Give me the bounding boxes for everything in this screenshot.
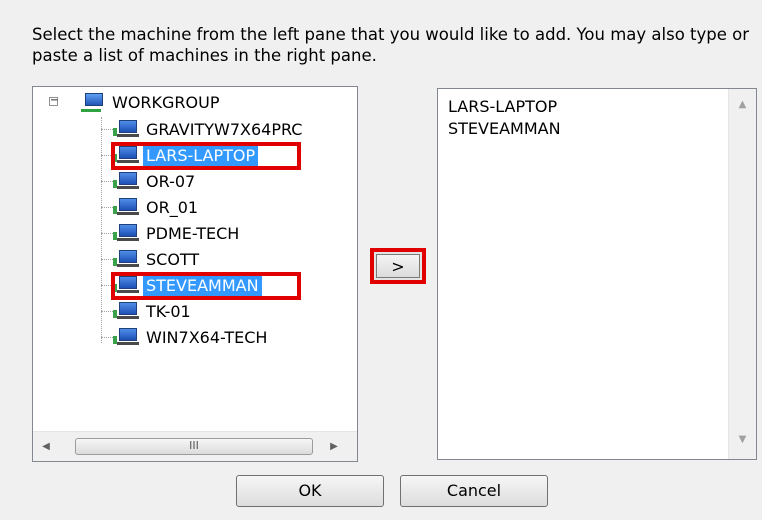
- tree-item[interactable]: SCOTT: [113, 248, 202, 270]
- ok-button-label: OK: [298, 481, 322, 500]
- horizontal-scrollbar[interactable]: ◀ III ▶: [33, 431, 357, 461]
- computer-icon: [113, 301, 139, 321]
- tree-item[interactable]: GRAVITYW7X64PRC: [113, 118, 305, 140]
- highlight-box: [111, 272, 301, 300]
- vertical-scrollbar[interactable]: ▲ ▼: [728, 89, 756, 459]
- add-machine-button[interactable]: >: [370, 248, 426, 284]
- computer-icon: [113, 249, 139, 269]
- ok-button[interactable]: OK: [236, 475, 384, 507]
- tree-item-label: TK-01: [146, 301, 191, 321]
- network-icon: [79, 92, 105, 112]
- machine-tree-pane[interactable]: − WORKGROUP GRAVITYW7X64PRC LARS-LAPTOP …: [32, 86, 358, 462]
- tree-item[interactable]: TK-01: [113, 300, 194, 322]
- tree-item[interactable]: PDME-TECH: [113, 222, 242, 244]
- tree-item[interactable]: OR_01: [113, 196, 201, 218]
- scroll-thumb[interactable]: III: [75, 438, 313, 455]
- scroll-left-arrow-icon[interactable]: ◀: [39, 440, 53, 454]
- collapse-expander[interactable]: −: [49, 96, 58, 106]
- tree-item[interactable]: WIN7X64-TECH: [113, 326, 270, 348]
- tree-root-label: WORKGROUP: [112, 92, 220, 112]
- tree-item-label: GRAVITYW7X64PRC: [146, 119, 303, 139]
- computer-icon: [113, 223, 139, 243]
- tree-content: − WORKGROUP GRAVITYW7X64PRC LARS-LAPTOP …: [33, 87, 357, 431]
- list-line: LARS-LAPTOP: [448, 97, 558, 116]
- scroll-down-arrow-icon[interactable]: ▼: [729, 434, 756, 445]
- computer-icon: [113, 119, 139, 139]
- computer-icon: [113, 197, 139, 217]
- tree-item-label: PDME-TECH: [146, 223, 240, 243]
- computer-icon: [113, 327, 139, 347]
- list-line: STEVEAMMAN: [448, 119, 561, 138]
- tree-root-workgroup[interactable]: WORKGROUP: [79, 91, 223, 113]
- instruction-text: Select the machine from the left pane th…: [32, 25, 750, 65]
- tree-connector-line: [101, 117, 102, 343]
- tree-item-label: SCOTT: [146, 249, 200, 269]
- scroll-up-arrow-icon[interactable]: ▲: [729, 99, 756, 110]
- tree-item-label: OR-07: [146, 171, 196, 191]
- tree-item-label: OR_01: [146, 197, 199, 217]
- computer-icon: [113, 171, 139, 191]
- cancel-button-label: Cancel: [446, 481, 502, 500]
- add-machine-button-label: >: [376, 254, 420, 278]
- machine-list-content: LARS-LAPTOP STEVEAMMAN: [448, 96, 561, 140]
- tree-item-label: WIN7X64-TECH: [146, 327, 268, 347]
- highlight-box: [111, 142, 301, 170]
- cancel-button[interactable]: Cancel: [400, 475, 548, 507]
- scroll-right-arrow-icon[interactable]: ▶: [327, 440, 341, 454]
- tree-item[interactable]: OR-07: [113, 170, 198, 192]
- machine-list-textbox[interactable]: LARS-LAPTOP STEVEAMMAN ▲ ▼: [437, 88, 757, 460]
